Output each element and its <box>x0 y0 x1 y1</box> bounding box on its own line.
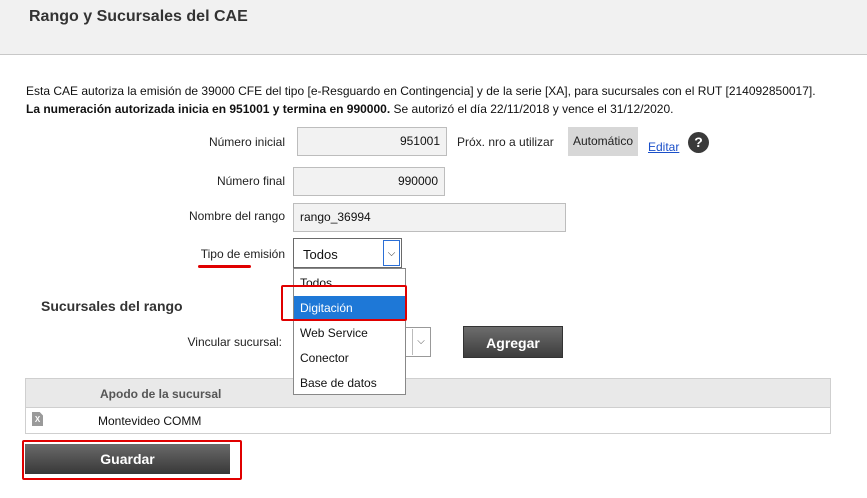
chevron-down-icon[interactable]: ⌵ <box>412 329 429 355</box>
description-line-2: La numeración autorizada inicia en 95100… <box>26 100 856 118</box>
chevron-down-icon[interactable]: ⌵ <box>383 240 400 266</box>
annotation-box-digitacion <box>281 285 407 321</box>
dropdown-option-web-service[interactable]: Web Service <box>294 321 405 346</box>
vincular-sucursal-label: Vincular sucursal: <box>187 335 283 349</box>
excel-file-icon[interactable]: X <box>32 412 43 426</box>
numero-final-label: Número final <box>216 174 285 188</box>
description-line-1: Esta CAE autoriza la emisión de 39000 CF… <box>26 84 816 98</box>
nombre-rango-label: Nombre del rango <box>188 209 285 223</box>
agregar-button[interactable]: Agregar <box>463 326 563 358</box>
description-range-text: La numeración autorizada inicia en 95100… <box>26 102 391 116</box>
tipo-emision-select[interactable]: Todos ⌵ <box>293 238 402 268</box>
cae-description: Esta CAE autoriza la emisión de 39000 CF… <box>26 82 856 118</box>
automatico-field[interactable]: Automático <box>568 127 638 156</box>
tipo-emision-label: Tipo de emisión <box>200 247 285 261</box>
tipo-emision-value: Todos <box>303 247 338 262</box>
page-header: Rango y Sucursales del CAE <box>0 0 867 55</box>
prox-nro-label: Próx. nro a utilizar <box>457 135 554 149</box>
numero-inicial-field[interactable]: 951001 <box>297 127 447 156</box>
table-header: Apodo de la sucursal <box>26 379 830 408</box>
annotation-underline <box>198 265 251 268</box>
nombre-rango-field[interactable]: rango_36994 <box>293 203 566 232</box>
numero-inicial-label: Número inicial <box>208 135 285 149</box>
table-row: Montevideo COMM <box>98 414 202 428</box>
apodo-column-header: Apodo de la sucursal <box>100 387 222 401</box>
editar-link[interactable]: Editar <box>648 140 679 154</box>
help-icon[interactable]: ? <box>688 132 709 153</box>
dropdown-option-base-de-datos[interactable]: Base de datos <box>294 371 405 396</box>
dropdown-option-conector[interactable]: Conector <box>294 346 405 371</box>
page-title: Rango y Sucursales del CAE <box>29 8 248 25</box>
guardar-button[interactable]: Guardar <box>25 444 230 474</box>
sucursales-table: Apodo de la sucursal X Montevideo COMM <box>25 378 831 434</box>
numero-final-field[interactable]: 990000 <box>293 167 445 196</box>
description-dates-text: Se autorizó el día 22/11/2018 y vence el… <box>390 102 674 116</box>
sucursales-title: Sucursales del rango <box>41 298 183 314</box>
